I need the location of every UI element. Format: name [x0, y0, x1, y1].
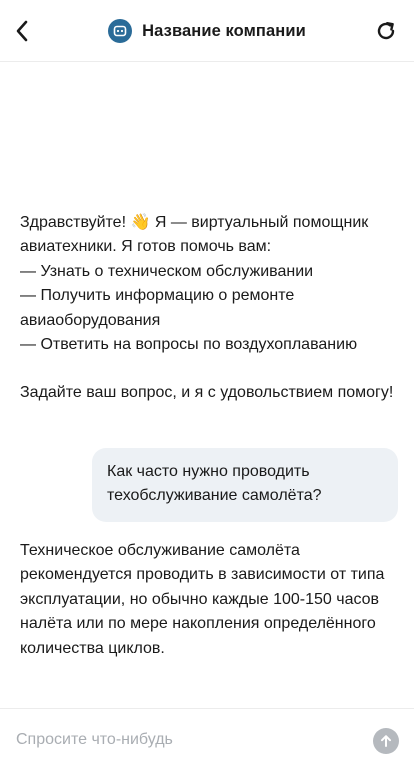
chevron-left-icon [16, 20, 28, 42]
back-button[interactable] [10, 17, 34, 45]
refresh-button[interactable] [374, 19, 398, 43]
message-input[interactable] [16, 727, 356, 753]
greeting-line: — Получить информацию о ремонте авиаобор… [20, 287, 295, 329]
page-title: Название компании [142, 21, 306, 40]
composer-bar [0, 708, 414, 770]
chat-screen: Название компании Здравствуйте! 👋 Я — ви… [0, 0, 414, 770]
answer-text: Техническое обслуживание самолёта рекоме… [20, 542, 385, 657]
bot-message-greeting: Здравствуйте! 👋 Я — виртуальный помощник… [20, 211, 396, 406]
chat-header: Название компании [0, 0, 414, 62]
refresh-icon [377, 22, 395, 40]
greeting-line: — Ответить на вопросы по воздухоплаванию [20, 336, 358, 354]
bot-message-answer: Техническое обслуживание самолёта рекоме… [20, 539, 396, 661]
bot-icon [113, 25, 127, 37]
header-title-group: Название компании [0, 0, 414, 62]
greeting-closing: Задайте ваш вопрос, и я с удовольствием … [20, 384, 394, 402]
user-message-text: Как часто нужно проводить техобслуживани… [107, 463, 322, 505]
greeting-line: Здравствуйте! 👋 Я — виртуальный помощник… [20, 214, 369, 256]
arrow-up-icon [381, 735, 391, 747]
user-message-bubble: Как часто нужно проводить техобслуживани… [92, 448, 398, 522]
message-list: Здравствуйте! 👋 Я — виртуальный помощник… [0, 62, 414, 708]
greeting-line: — Узнать о техническом обслуживании [20, 262, 314, 280]
company-avatar [108, 19, 133, 43]
send-button[interactable] [373, 728, 399, 754]
